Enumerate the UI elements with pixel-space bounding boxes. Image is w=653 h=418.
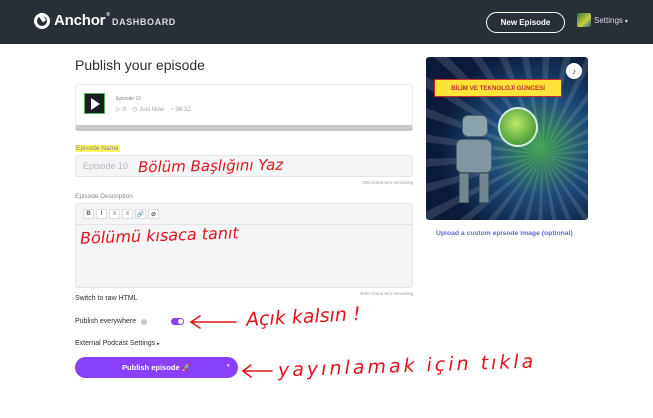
new-episode-button[interactable]: New Episode — [486, 12, 565, 33]
logo-text: Anchor® — [54, 12, 110, 29]
bulleted-list-button[interactable]: ≡ — [109, 209, 120, 219]
artwork-alien — [498, 107, 538, 147]
annotation-publish-note: yayınlamak için tıkla — [277, 350, 537, 382]
switch-raw-html-link[interactable]: Switch to raw HTML — [75, 295, 138, 302]
anchor-logo-icon — [34, 12, 50, 29]
name-chars-remaining: 200 characters remaining — [362, 180, 413, 185]
artwork-robot-head — [462, 115, 488, 137]
top-navigation-bar: Anchor® DASHBOARD New Episode Settings ▾ — [0, 0, 653, 44]
episode-artwork: BİLİM VE TEKNOLOJİ GÜNCESİ ♪ — [426, 57, 588, 220]
episode-name-label: Episode Name — [75, 145, 120, 152]
annotation-arrow-toggle — [189, 315, 237, 329]
podcast-avatar[interactable] — [577, 13, 591, 27]
chevron-down-icon: ▾ — [624, 19, 628, 25]
episode-card-title: Episode 10 — [116, 96, 142, 102]
episode-thumbnail — [84, 93, 105, 114]
publish-episode-button[interactable]: Publish episode 🚀 — [75, 357, 238, 378]
episode-duration: ◔ 06:32 — [169, 106, 191, 113]
annotation-arrow-publish — [241, 364, 273, 378]
nav-dashboard-link[interactable]: DASHBOARD — [112, 17, 176, 27]
play-count-icon: ▷ — [116, 107, 121, 113]
publish-everywhere-label: Publish everywhere — [75, 318, 137, 325]
plays-count: ▷ 0 — [116, 106, 126, 114]
episode-meta: ▷ 0 ◷ Just Now ◔ 06:32 — [116, 106, 191, 114]
italic-button[interactable]: I — [96, 209, 107, 219]
editor-divider — [76, 224, 412, 225]
annotation-toggle-note: Açık kalsın ! — [245, 303, 362, 331]
clock-icon: ◷ — [131, 107, 138, 113]
artwork-banner: BİLİM VE TEKNOLOJİ GÜNCESİ — [434, 79, 562, 97]
numbered-list-button[interactable]: ≡ — [122, 209, 133, 219]
chevron-right-icon: ▸ — [157, 341, 160, 347]
artwork-robot-body — [456, 139, 492, 173]
bold-button[interactable]: B — [83, 209, 94, 219]
publish-everywhere-toggle[interactable] — [171, 318, 184, 325]
episode-description-label: Episode Description — [75, 193, 133, 200]
info-icon[interactable] — [141, 318, 148, 325]
publish-everywhere-row: Publish everywhere — [75, 318, 148, 325]
link-button[interactable]: 🔗 — [135, 209, 146, 219]
publish-options-caret-icon[interactable]: ▾ — [227, 363, 230, 369]
timer-icon: ◔ — [169, 106, 174, 113]
external-podcast-settings-toggle[interactable]: External Podcast Settings ▸ — [75, 340, 160, 347]
desc-chars-remaining: 4000 characters remaining — [359, 291, 413, 296]
artwork-robot-leg — [459, 173, 469, 203]
page-title: Publish your episode — [75, 57, 205, 73]
anchor-logo[interactable]: Anchor® — [34, 12, 110, 29]
unlink-button[interactable]: ⊘ — [148, 209, 159, 219]
annotation-name-note: Bölüm Başlığını Yaz — [137, 155, 284, 177]
play-icon — [91, 98, 100, 110]
artwork-robot-leg — [479, 173, 489, 203]
upload-episode-image-link[interactable]: Upload a custom episode image (optional) — [436, 230, 573, 237]
posted-time: ◷ Just Now — [131, 106, 164, 114]
settings-menu[interactable]: Settings ▾ — [594, 16, 628, 25]
editor-toolbar: B I ≡ ≡ 🔗 ⊘ — [83, 209, 159, 219]
podcast-mic-icon: ♪ — [566, 63, 582, 79]
episode-preview-card: Episode 10 ▷ 0 ◷ Just Now ◔ 06:32 — [75, 84, 413, 131]
